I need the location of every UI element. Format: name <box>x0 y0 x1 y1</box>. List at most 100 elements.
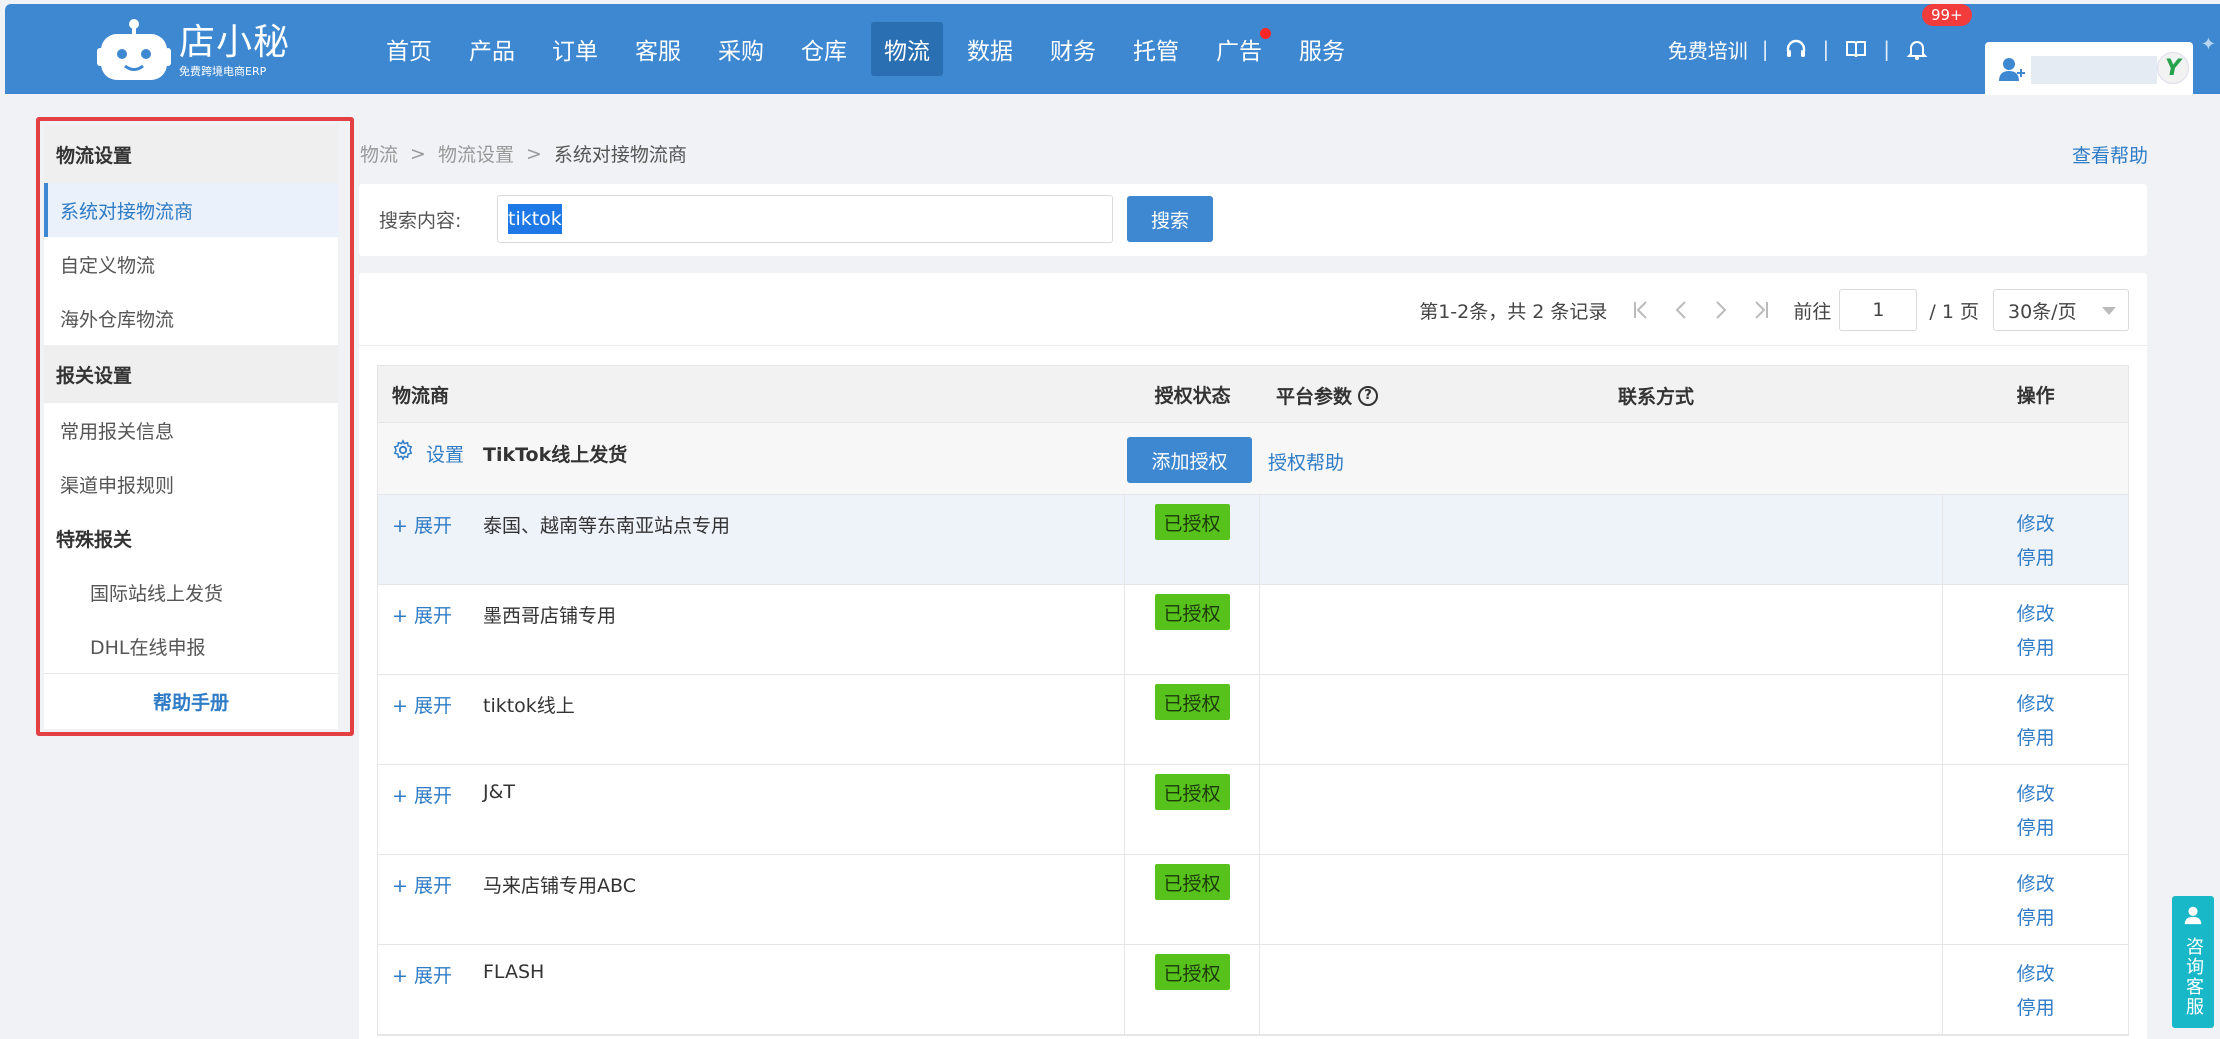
user-menu[interactable]: Y <box>1985 42 2193 95</box>
nav-logistics[interactable]: 物流 <box>871 22 943 76</box>
expand-link[interactable]: + 展开 <box>392 511 452 538</box>
column-header-contact: 联系方式 <box>1618 386 1695 408</box>
nav-customer-service[interactable]: 客服 <box>622 22 694 76</box>
edit-link[interactable]: 修改 <box>1943 689 2128 716</box>
disable-link[interactable]: 停用 <box>1943 903 2128 930</box>
edit-link[interactable]: 修改 <box>1943 959 2128 986</box>
nav-services[interactable]: 服务 <box>1286 22 1358 76</box>
expand-link[interactable]: + 展开 <box>392 691 452 718</box>
authorization-help-link[interactable]: 授权帮助 <box>1268 448 1344 475</box>
nav-purchasing[interactable]: 采购 <box>705 22 777 76</box>
status-badge: 已授权 <box>1154 774 1230 810</box>
sidebar-item-intl-online-shipping[interactable]: 国际站线上发货 <box>44 565 338 619</box>
sidebar-item-overseas-warehouse[interactable]: 海外仓库物流 <box>44 291 338 345</box>
expand-link[interactable]: + 展开 <box>392 781 452 808</box>
user-icon <box>1997 54 2027 88</box>
sidebar-highlight-frame: 物流设置 系统对接物流商 自定义物流 海外仓库物流 报关设置 常用报关信息 渠道… <box>36 117 354 736</box>
free-training-link[interactable]: 免费培训 <box>1668 35 1748 64</box>
headset-icon[interactable] <box>1783 36 1809 62</box>
divider: | <box>1761 37 1769 61</box>
view-help-link[interactable]: 查看帮助 <box>2072 141 2148 168</box>
search-button[interactable]: 搜索 <box>1127 196 1213 242</box>
notification-badge: 99+ <box>1922 4 1972 26</box>
breadcrumb: 物流 > 物流设置 > 系统对接物流商 <box>360 140 687 167</box>
params-contact-cell <box>1260 765 1944 855</box>
edit-link[interactable]: 修改 <box>1943 599 2128 626</box>
column-header-auth-status: 授权状态 <box>1125 366 1260 422</box>
expand-link[interactable]: + 展开 <box>392 871 452 898</box>
top-navigation-bar: 店小秘 免费跨境电商ERP 首页 产品 订单 客服 采购 仓库 物流 数据 财务… <box>5 4 2220 95</box>
carrier-group-row: 设置 TikTok线上发货 添加授权 授权帮助 <box>378 423 2128 495</box>
sidebar-item-channel-rules[interactable]: 渠道申报规则 <box>44 457 338 511</box>
nav-home[interactable]: 首页 <box>373 22 445 76</box>
nav-finance[interactable]: 财务 <box>1037 22 1109 76</box>
sidebar-subgroup-special-customs[interactable]: 特殊报关 <box>44 511 338 565</box>
column-header-carrier: 物流商 <box>378 366 1126 422</box>
nav-orders[interactable]: 订单 <box>539 22 611 76</box>
sparkle-icon: ✦ <box>2200 34 2216 55</box>
params-contact-cell <box>1260 855 1944 945</box>
nav-products[interactable]: 产品 <box>456 22 528 76</box>
expand-link[interactable]: + 展开 <box>392 961 452 988</box>
brand-logo[interactable]: 店小秘 免费跨境电商ERP <box>97 16 290 86</box>
search-panel: 搜索内容: tiktok 搜索 <box>359 184 2147 256</box>
edit-link[interactable]: 修改 <box>1943 779 2128 806</box>
pagination-summary: 第1-2条，共 2 条记录 <box>1419 300 1608 323</box>
status-badge: 已授权 <box>1154 954 1230 990</box>
book-icon[interactable] <box>1843 36 1869 62</box>
chat-icon <box>2182 904 2204 931</box>
nav-data[interactable]: 数据 <box>954 22 1026 76</box>
consult-label: 咨询客服 <box>2183 937 2204 1017</box>
goto-label: 前往 <box>1793 300 1832 323</box>
disable-link[interactable]: 停用 <box>1943 633 2128 660</box>
username-redacted <box>2031 56 2157 84</box>
gear-icon[interactable] <box>392 439 414 467</box>
edit-link[interactable]: 修改 <box>1943 509 2128 536</box>
sidebar-group-customs: 报关设置 <box>44 345 338 403</box>
page-number-input[interactable]: 1 <box>1839 289 1918 331</box>
edit-link[interactable]: 修改 <box>1943 869 2128 896</box>
sidebar-item-customs-info[interactable]: 常用报关信息 <box>44 403 338 457</box>
params-contact-cell <box>1260 495 1944 585</box>
status-badge: 已授权 <box>1154 594 1230 630</box>
bell-icon[interactable]: 99+ <box>1904 4 1972 62</box>
column-header-platform-params: 平台参数 <box>1276 386 1353 408</box>
sidebar-item-integrated-carriers[interactable]: 系统对接物流商 <box>44 183 338 237</box>
help-manual-link[interactable]: 帮助手册 <box>44 673 338 729</box>
search-input[interactable]: tiktok <box>497 195 1113 243</box>
carrier-name: 泰国、越南等东南亚站点专用 <box>483 515 731 537</box>
consult-customer-service-button[interactable]: 咨询客服 <box>2172 896 2214 1028</box>
disable-link[interactable]: 停用 <box>1943 993 2128 1020</box>
last-page-icon[interactable] <box>1741 300 1781 320</box>
table-row: + 展开 tiktok线上 已授权 修改 停用 <box>378 675 2128 765</box>
breadcrumb-logistics-settings[interactable]: 物流设置 <box>438 140 514 167</box>
add-authorization-button[interactable]: 添加授权 <box>1127 437 1252 483</box>
column-header-params-contact: 平台参数 ? 联系方式 <box>1260 366 1944 422</box>
first-page-icon[interactable] <box>1621 300 1661 320</box>
help-circle-icon[interactable]: ? <box>1358 385 1379 406</box>
chevron-down-icon <box>2102 307 2116 315</box>
breadcrumb-separator: > <box>525 142 542 165</box>
carrier-name: 马来店铺专用ABC <box>483 875 636 897</box>
params-contact-cell <box>1260 585 1944 675</box>
search-input-value: tiktok <box>508 204 562 234</box>
new-dot-indicator <box>1260 28 1271 39</box>
disable-link[interactable]: 停用 <box>1943 813 2128 840</box>
sidebar-item-dhl-declaration[interactable]: DHL在线申报 <box>44 619 338 673</box>
carrier-name: tiktok线上 <box>483 695 575 717</box>
page-size-value: 30条/页 <box>2008 300 2077 323</box>
next-page-icon[interactable] <box>1701 300 1741 320</box>
prev-page-icon[interactable] <box>1661 300 1701 320</box>
group-settings-link[interactable]: 设置 <box>426 440 464 467</box>
sidebar-item-custom-logistics[interactable]: 自定义物流 <box>44 237 338 291</box>
disable-link[interactable]: 停用 <box>1943 543 2128 570</box>
nav-hosting[interactable]: 托管 <box>1120 22 1192 76</box>
page-size-select[interactable]: 30条/页 <box>1993 289 2129 331</box>
nav-ads[interactable]: 广告 <box>1203 22 1275 76</box>
breadcrumb-separator: > <box>410 142 426 165</box>
expand-link[interactable]: + 展开 <box>392 601 452 628</box>
breadcrumb-logistics[interactable]: 物流 <box>360 140 398 167</box>
table-row: + 展开 墨西哥店铺专用 已授权 修改 停用 <box>378 585 2128 675</box>
nav-warehouse[interactable]: 仓库 <box>788 22 860 76</box>
disable-link[interactable]: 停用 <box>1943 723 2128 750</box>
